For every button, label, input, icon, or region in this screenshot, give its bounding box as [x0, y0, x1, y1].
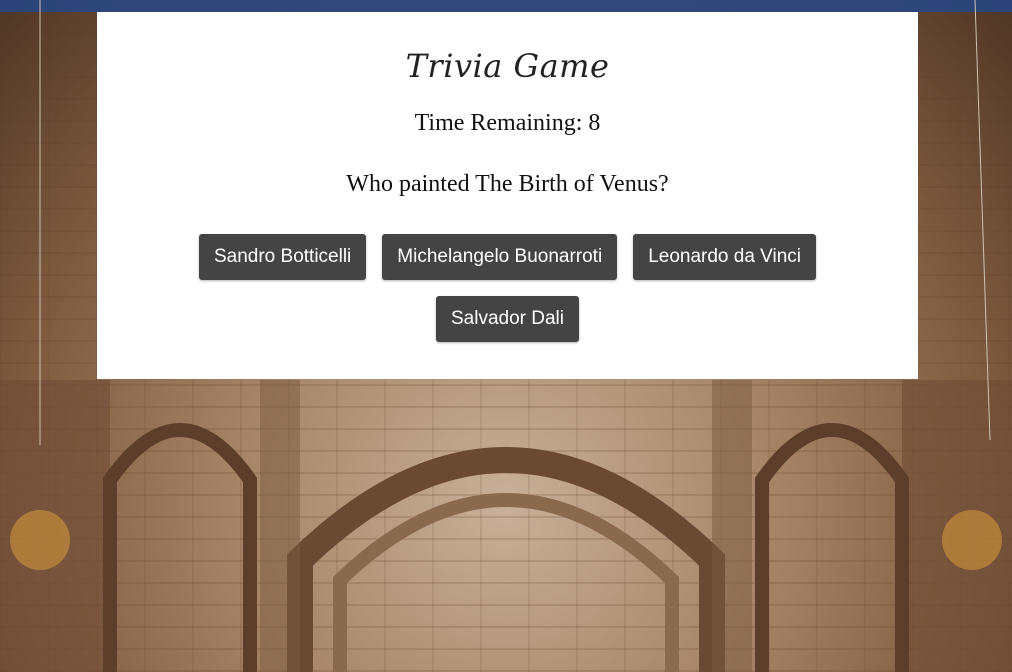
trivia-card: Trivia Game Time Remaining: 8 Who painte… [97, 12, 918, 379]
answer-button-dali[interactable]: Salvador Dali [436, 296, 579, 342]
answer-button-leonardo[interactable]: Leonardo da Vinci [633, 234, 817, 280]
time-remaining: Time Remaining: 8 [414, 110, 601, 136]
answer-button-botticelli[interactable]: Sandro Botticelli [198, 234, 367, 280]
answer-button-michelangelo[interactable]: Michelangelo Buonarroti [382, 234, 618, 280]
game-title: Trivia Game [405, 47, 610, 85]
answer-options: Sandro Botticelli Michelangelo Buonarrot… [137, 234, 878, 342]
question-text: Who painted The Birth of Venus? [346, 171, 669, 197]
